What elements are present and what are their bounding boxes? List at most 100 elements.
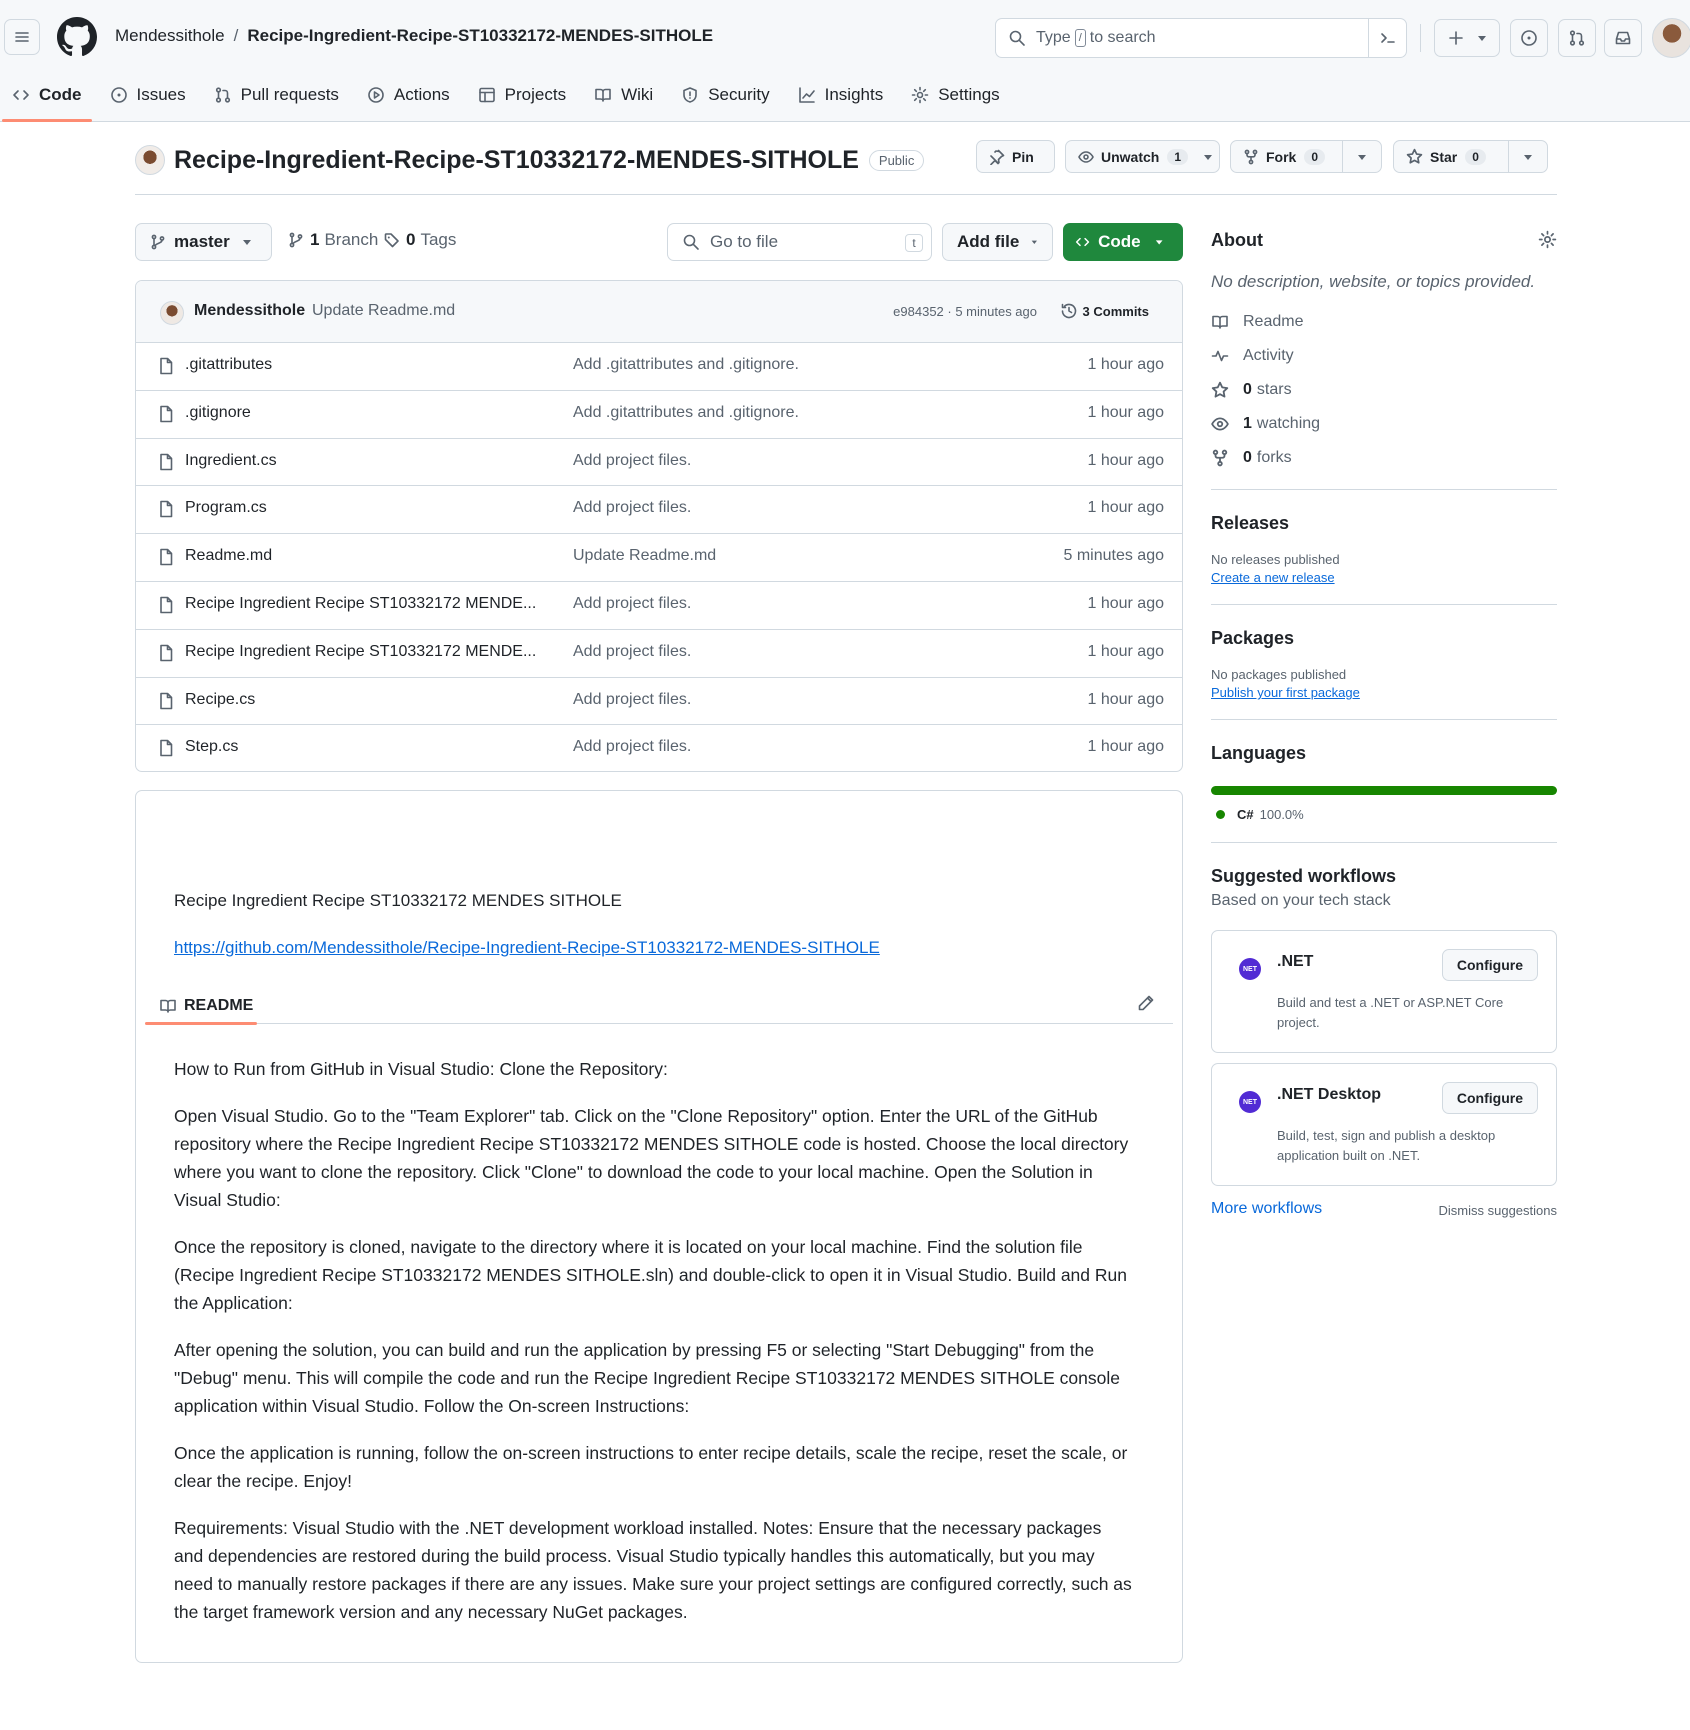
publish-package-link[interactable]: Publish your first package — [1211, 685, 1360, 700]
branches-link[interactable]: 1 Branch — [288, 230, 378, 250]
search-icon — [683, 234, 699, 250]
table-row[interactable]: Recipe Ingredient Recipe ST10332172 MEND… — [136, 582, 1182, 630]
star-button[interactable]: Star 0 — [1393, 140, 1548, 173]
forks-link[interactable]: 0 forks — [1211, 441, 1557, 475]
github-logo-icon[interactable] — [57, 17, 97, 57]
file-name[interactable]: Recipe Ingredient Recipe ST10332172 MEND… — [185, 643, 536, 661]
commits-history-link[interactable]: 3 Commits — [1060, 302, 1149, 320]
file-commit-message[interactable]: Add project files. — [573, 643, 691, 661]
breadcrumb-owner-link[interactable]: Mendessithole — [115, 26, 225, 45]
file-name[interactable]: .gitignore — [185, 404, 251, 422]
branch-selector[interactable]: master — [135, 223, 272, 261]
create-new-button[interactable] — [1434, 19, 1500, 57]
more-workflows-link[interactable]: More workflows — [1211, 1200, 1322, 1218]
packages-title[interactable]: Packages — [1211, 628, 1557, 649]
repo-forked-icon — [1244, 149, 1258, 164]
issues-button[interactable] — [1510, 19, 1548, 57]
releases-title[interactable]: Releases — [1211, 513, 1557, 534]
configure-button[interactable]: Configure — [1441, 1082, 1538, 1114]
readme-link[interactable]: Readme — [1211, 305, 1557, 339]
file-commit-message[interactable]: Add project files. — [573, 452, 691, 470]
readme-paragraph: Requirements: Visual Studio with the .NE… — [174, 1518, 1132, 1622]
tab-issues[interactable]: Issues — [98, 76, 198, 114]
breadcrumb-repo-link[interactable]: Recipe-Ingredient-Recipe-ST10332172-MEND… — [247, 26, 713, 45]
hamburger-icon — [15, 32, 29, 42]
configure-button[interactable]: Configure — [1441, 949, 1538, 981]
code-button[interactable]: Code — [1063, 223, 1183, 261]
tab-pull-requests[interactable]: Pull requests — [202, 76, 351, 114]
file-name[interactable]: Ingredient.cs — [185, 452, 277, 470]
about-title: About — [1211, 230, 1263, 250]
commit-author[interactable]: Mendessithole — [194, 302, 305, 320]
table-row[interactable]: Recipe.cs Add project files. 1 hour ago — [136, 678, 1182, 726]
tab-code[interactable]: Code — [0, 76, 94, 122]
tab-label: Security — [708, 85, 770, 104]
table-row[interactable]: .gitignore Add .gitattributes and .gitign… — [136, 391, 1182, 439]
table-row[interactable]: .gitattributes Add .gitattributes and .gi… — [136, 343, 1182, 391]
file-name[interactable]: .gitattributes — [185, 356, 272, 374]
owner-avatar[interactable] — [135, 145, 165, 175]
repo-title[interactable]: Recipe-Ingredient-Recipe-ST10332172-MEND… — [174, 146, 859, 175]
fork-dropdown[interactable] — [1341, 141, 1381, 172]
language-item[interactable]: C# 100.0% — [1211, 807, 1557, 822]
code-icon — [13, 90, 29, 100]
unwatch-button[interactable]: Unwatch 1 — [1065, 140, 1220, 173]
activity-link[interactable]: Activity — [1211, 339, 1557, 373]
add-file-button[interactable]: Add file — [942, 223, 1053, 261]
edit-readme-button[interactable] — [1137, 994, 1155, 1012]
tab-settings[interactable]: Settings — [899, 76, 1011, 114]
pin-button[interactable]: Pin — [976, 140, 1055, 173]
go-to-file-shortcut: t — [905, 234, 923, 252]
star-dropdown[interactable] — [1507, 141, 1547, 172]
commit-author-avatar[interactable] — [160, 301, 184, 325]
search-input[interactable]: Type / to search — [995, 18, 1407, 58]
readme-tab[interactable]: README — [153, 994, 253, 1018]
user-avatar[interactable] — [1652, 18, 1690, 58]
file-commit-message[interactable]: Update Readme.md — [573, 547, 716, 565]
star-label: Star — [1430, 148, 1458, 165]
menu-button[interactable] — [4, 19, 40, 55]
branches-count: 1 — [310, 230, 320, 249]
watchers-link[interactable]: 1 watching — [1211, 407, 1557, 441]
file-name[interactable]: Readme.md — [185, 547, 272, 565]
pin-label: Pin — [1012, 148, 1034, 165]
stars-link[interactable]: 0 stars — [1211, 373, 1557, 407]
edit-about-button[interactable] — [1538, 230, 1557, 249]
watch-dropdown[interactable] — [1196, 141, 1219, 172]
file-name[interactable]: Recipe Ingredient Recipe ST10332172 MEND… — [185, 595, 536, 613]
file-commit-message[interactable]: Add project files. — [573, 691, 691, 709]
commit-hash-time[interactable]: e984352 · 5 minutes ago — [893, 304, 1037, 319]
commit-message[interactable]: Update Readme.md — [312, 302, 455, 320]
tab-insights[interactable]: Insights — [786, 76, 896, 114]
file-commit-message[interactable]: Add project files. — [573, 595, 691, 613]
file-commit-age: 1 hour ago — [1087, 690, 1164, 708]
tab-projects[interactable]: Projects — [466, 76, 578, 114]
create-release-link[interactable]: Create a new release — [1211, 570, 1335, 585]
file-name[interactable]: Step.cs — [185, 738, 238, 756]
file-commit-message[interactable]: Add project files. — [573, 738, 691, 756]
tags-link[interactable]: 0 Tags — [384, 230, 456, 250]
file-name[interactable]: Program.cs — [185, 499, 267, 517]
dismiss-suggestions-button[interactable]: Dismiss suggestions — [1439, 1203, 1558, 1218]
file-commit-message[interactable]: Add .gitattributes and .gitignore. — [573, 404, 799, 422]
go-to-file-input[interactable]: Go to file t — [667, 223, 932, 261]
file-commit-message[interactable]: Add project files. — [573, 499, 691, 517]
table-row[interactable]: Step.cs Add project files. 1 hour ago — [136, 725, 1182, 771]
inbox-button[interactable] — [1604, 19, 1642, 57]
fork-button[interactable]: Fork 0 — [1230, 140, 1382, 173]
table-row[interactable]: Recipe Ingredient Recipe ST10332172 MEND… — [136, 630, 1182, 678]
table-row[interactable]: Ingredient.cs Add project files. 1 hour ag… — [136, 439, 1182, 487]
table-row[interactable]: Readme.md Update Readme.md 5 minutes ago — [136, 534, 1182, 582]
tags-count: 0 — [406, 230, 416, 249]
readme-repo-link[interactable]: https://github.com/Mendessithole/Recipe-… — [174, 938, 880, 958]
readme-paragraph: Open Visual Studio. Go to the "Team Expl… — [174, 1106, 1129, 1210]
tab-actions[interactable]: Actions — [355, 76, 462, 114]
file-commit-message[interactable]: Add .gitattributes and .gitignore. — [573, 356, 799, 374]
command-palette-button[interactable] — [1368, 19, 1406, 57]
pull-requests-button[interactable] — [1558, 19, 1596, 57]
meta-label: watching — [1256, 415, 1321, 432]
tab-security[interactable]: Security — [669, 76, 781, 114]
tab-wiki[interactable]: Wiki — [582, 76, 665, 114]
file-name[interactable]: Recipe.cs — [185, 691, 255, 709]
table-row[interactable]: Program.cs Add project files. 1 hour ago — [136, 486, 1182, 535]
